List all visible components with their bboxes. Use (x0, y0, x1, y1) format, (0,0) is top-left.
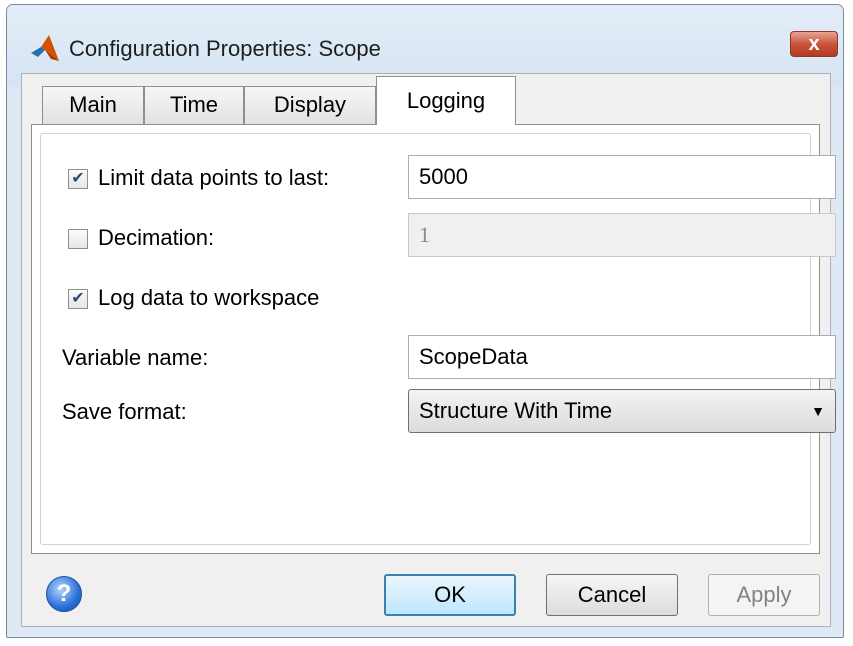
close-icon: x (808, 33, 820, 55)
dropdown-arrow-icon: ▼ (811, 403, 825, 419)
decimation-checkbox[interactable] (68, 229, 88, 249)
logging-panel: ✔ Limit data points to last: 5000 Decima… (31, 124, 836, 554)
tab-display[interactable]: Display (244, 86, 376, 124)
ok-button[interactable]: OK (384, 574, 516, 616)
tab-main[interactable]: Main (42, 86, 144, 124)
variable-name-label: Variable name: (62, 345, 209, 370)
decimation-label: Decimation: (98, 225, 215, 250)
dialog-body: Main Time Display Logging ✔ Limit data p… (21, 73, 836, 627)
dialog-window: Configuration Properties: Scope x Main T… (6, 4, 844, 638)
help-icon[interactable]: ? (46, 576, 82, 612)
apply-button[interactable]: Apply (708, 574, 820, 616)
tab-time[interactable]: Time (144, 86, 244, 124)
window-title: Configuration Properties: Scope (69, 36, 381, 61)
variable-name-input[interactable]: ScopeData (408, 335, 836, 379)
limit-points-checkbox[interactable]: ✔ (68, 169, 88, 189)
save-format-value: Structure With Time (419, 398, 613, 423)
limit-points-input[interactable]: 5000 (408, 155, 836, 199)
save-format-label: Save format: (62, 399, 187, 424)
log-to-workspace-checkbox[interactable]: ✔ (68, 289, 88, 309)
decimation-input: 1 (408, 213, 836, 257)
matlab-logo-icon (31, 35, 59, 61)
limit-points-label: Limit data points to last: (98, 165, 330, 190)
log-to-workspace-label: Log data to workspace (98, 285, 320, 310)
save-format-select[interactable]: Structure With Time ▼ (408, 389, 836, 433)
tab-logging[interactable]: Logging (376, 76, 516, 125)
close-button[interactable]: x (790, 31, 838, 57)
cancel-button[interactable]: Cancel (546, 574, 678, 616)
